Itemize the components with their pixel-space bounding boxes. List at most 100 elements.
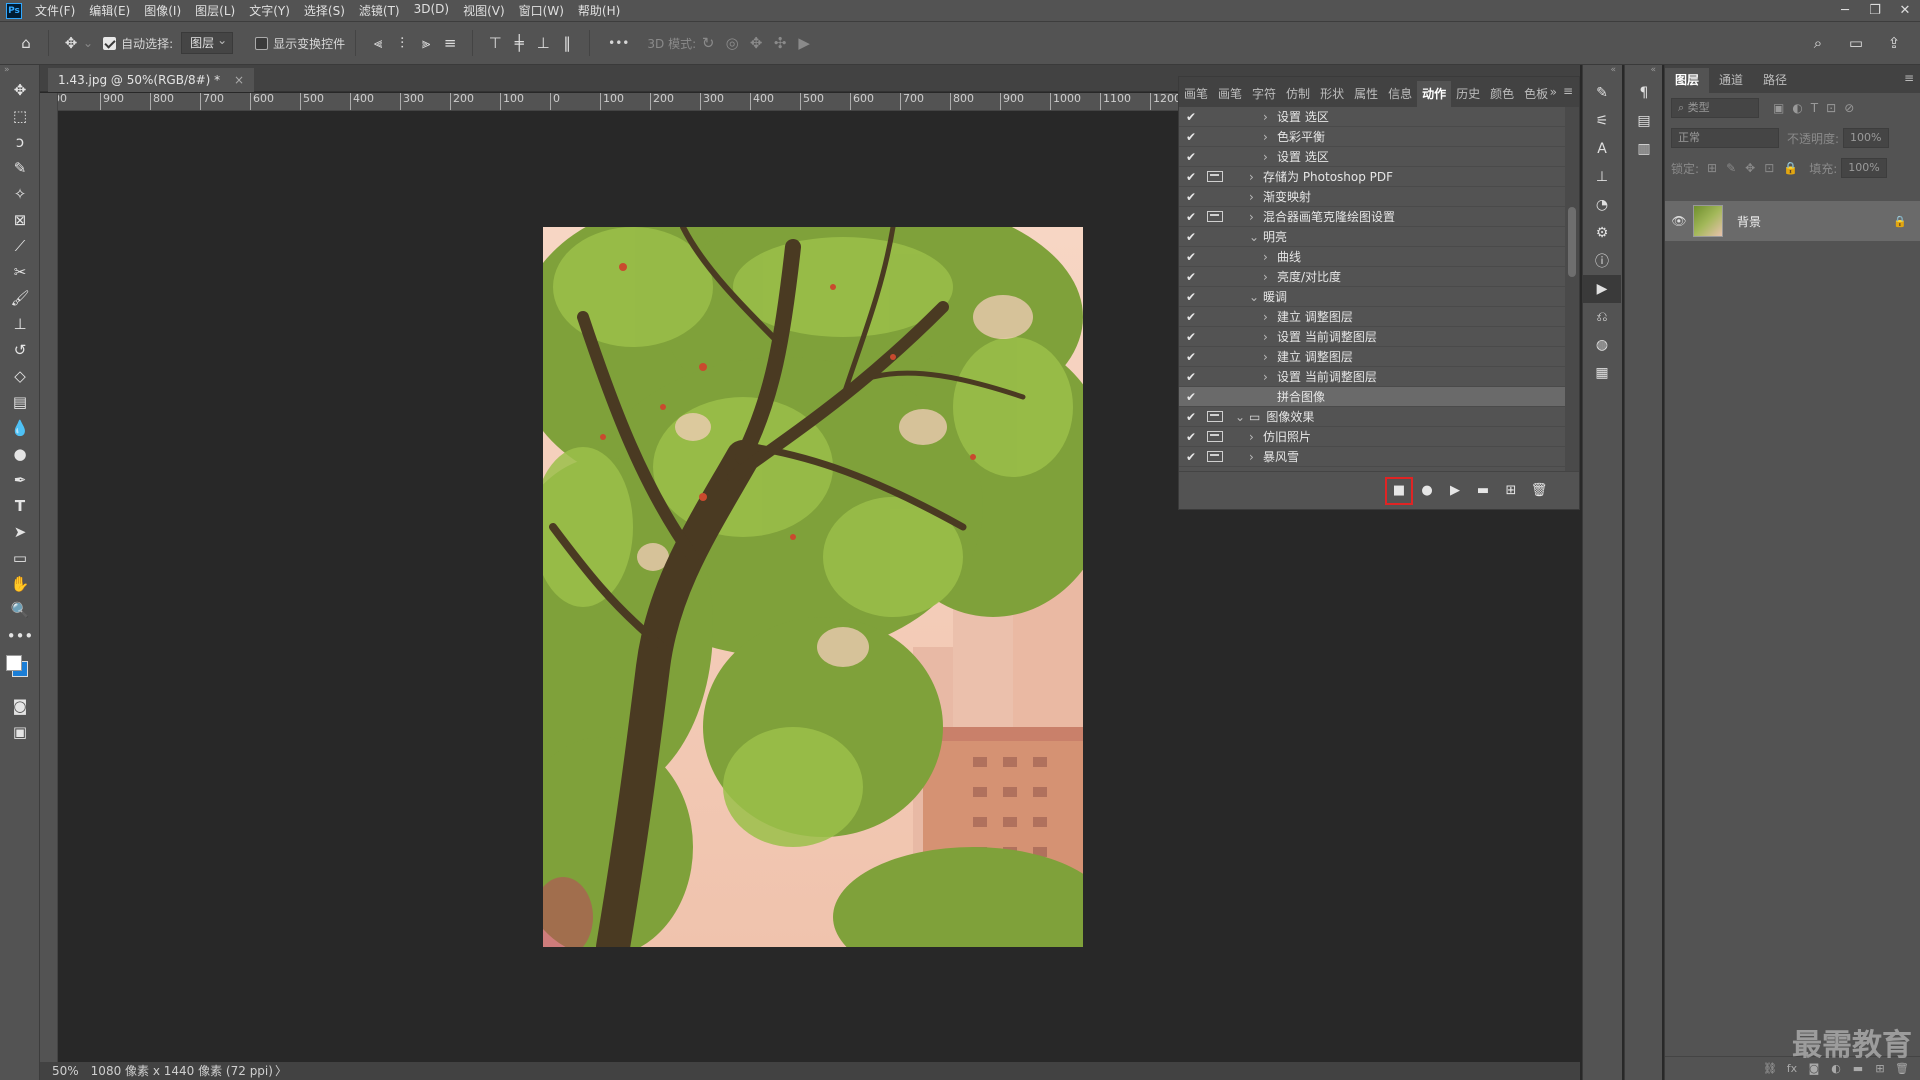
action-toggle-check-icon[interactable]: ✔ (1179, 150, 1203, 164)
action-toggle-check-icon[interactable]: ✔ (1179, 210, 1203, 224)
screen-mode-icon[interactable]: ▣ (0, 719, 40, 745)
actions-panel-tab[interactable]: 仿制 (1281, 81, 1315, 107)
quick-mask-icon[interactable]: ◙ (0, 693, 40, 719)
action-row[interactable]: ✔ › 建立 调整图层 (1179, 347, 1567, 367)
3d-camera-icon[interactable]: ▶ (792, 31, 816, 55)
expand-chevron-icon[interactable]: › (1249, 430, 1263, 444)
quick-select-tool-icon[interactable]: ✎ (0, 155, 40, 181)
action-row[interactable]: ✔ ⌄ 明亮 (1179, 227, 1567, 247)
dialog-toggle-icon[interactable] (1207, 111, 1223, 122)
expand-chevron-icon[interactable]: › (1263, 130, 1277, 144)
actions-panel-tab[interactable]: 颜色 (1485, 81, 1519, 107)
new-set-button[interactable]: ▬ (1469, 477, 1497, 505)
align-bottom-icon[interactable]: ⊥ (531, 31, 555, 55)
align-right-icon[interactable]: ⫸ (414, 31, 438, 55)
dialog-toggle-icon[interactable] (1207, 311, 1223, 322)
action-toggle-check-icon[interactable]: ✔ (1179, 270, 1203, 284)
action-toggle-check-icon[interactable]: ✔ (1179, 170, 1203, 184)
path-select-tool-icon[interactable]: ➤ (0, 519, 40, 545)
collapse-chevron-icon[interactable]: ⌄ (1235, 410, 1249, 424)
history-icon[interactable]: ⎌ (1583, 303, 1621, 331)
dodge-tool-icon[interactable]: ● (0, 441, 40, 467)
3d-slide-icon[interactable]: ✣ (768, 31, 792, 55)
healing-tool-icon[interactable]: ✂ (0, 259, 40, 285)
dialog-toggle-icon[interactable] (1207, 411, 1223, 422)
3d-pan-icon[interactable]: ✥ (744, 31, 768, 55)
action-row[interactable]: ✔ › 亮度/对比度 (1179, 267, 1567, 287)
action-toggle-check-icon[interactable]: ✔ (1179, 410, 1203, 424)
dialog-toggle-icon[interactable] (1207, 451, 1223, 462)
delete-action-button[interactable]: 🗑 (1525, 477, 1553, 505)
expand-chevron-icon[interactable]: › (1249, 170, 1263, 184)
action-row[interactable]: ✔ › 暴风雪 (1179, 447, 1567, 467)
menu-item[interactable]: 滤镜(T) (352, 2, 407, 19)
align-middle-icon[interactable]: ╪ (507, 31, 531, 55)
actions-panel-tab[interactable]: 形状 (1315, 81, 1349, 107)
expand-chevron-icon[interactable]: › (1249, 210, 1263, 224)
menu-item[interactable]: 3D(D) (407, 2, 456, 19)
expand-chevron-icon[interactable]: › (1249, 450, 1263, 464)
layers-panel-tab[interactable]: 路径 (1753, 68, 1797, 93)
menu-item[interactable]: 窗口(W) (512, 2, 571, 19)
action-toggle-check-icon[interactable]: ✔ (1179, 290, 1203, 304)
action-toggle-check-icon[interactable]: ✔ (1179, 450, 1203, 464)
history-brush-tool-icon[interactable]: ↺ (0, 337, 40, 363)
menu-item[interactable]: 编辑(E) (82, 2, 137, 19)
record-button[interactable]: ● (1413, 477, 1441, 505)
more-tools-icon[interactable]: ••• (0, 623, 40, 649)
clone-stamp-tool-icon[interactable]: ⊥ (0, 311, 40, 337)
action-toggle-check-icon[interactable]: ✔ (1179, 390, 1203, 404)
home-icon[interactable]: ⌂ (14, 31, 38, 55)
dialog-toggle-icon[interactable] (1207, 431, 1223, 442)
collapse-chevron-icon[interactable]: ⌄ (1249, 290, 1263, 304)
action-row[interactable]: ✔ › 曲线 (1179, 247, 1567, 267)
swatches-icon[interactable]: ▦ (1583, 359, 1621, 387)
dialog-toggle-icon[interactable] (1207, 251, 1223, 262)
action-row[interactable]: ✔ › 仿旧照片 (1179, 427, 1567, 447)
paragraph-icon[interactable]: ¶ (1625, 79, 1663, 107)
fill-field[interactable]: 100% (1841, 158, 1888, 178)
restore-button[interactable]: ❐ (1860, 0, 1890, 21)
dialog-toggle-icon[interactable] (1207, 351, 1223, 362)
action-toggle-check-icon[interactable]: ✔ (1179, 310, 1203, 324)
expand-chevron-icon[interactable]: › (1263, 150, 1277, 164)
character-icon[interactable]: A (1583, 135, 1621, 163)
layer-filter-icons[interactable]: ▣◐T⊡⊘ (1773, 101, 1862, 115)
action-row[interactable]: ✔ › 设置 选区 (1179, 147, 1567, 167)
action-row[interactable]: ✔ › 色彩平衡 (1179, 127, 1567, 147)
layers-panel-tab[interactable]: 通道 (1709, 68, 1753, 93)
align-center-icon[interactable]: ⫶ (390, 31, 414, 55)
action-row[interactable]: ✔ › 设置 选区 (1179, 107, 1567, 127)
action-row[interactable]: ✔ ⌄ ▭ 图像效果 (1179, 407, 1567, 427)
expand-chevron-icon[interactable]: › (1263, 110, 1277, 124)
collapse-chevron-icon[interactable]: ⌄ (1249, 230, 1263, 244)
distribute-horizontal-icon[interactable]: ‖ (555, 31, 579, 55)
expand-tabs-icon[interactable]: » (1550, 85, 1557, 99)
3d-orbit-icon[interactable]: ↻ (696, 31, 720, 55)
expand-chevron-icon[interactable]: › (1249, 190, 1263, 204)
type-tool-icon[interactable]: T (0, 493, 40, 519)
search-icon[interactable]: ⌕ (1806, 31, 1830, 55)
actions-icon[interactable]: ▶ (1583, 275, 1621, 303)
more-options-button[interactable]: ••• (608, 36, 629, 50)
menu-item[interactable]: 文件(F) (28, 2, 82, 19)
document-image[interactable] (543, 227, 1083, 947)
menu-item[interactable]: 图层(L) (188, 2, 242, 19)
layer-name[interactable]: 背景 (1737, 213, 1761, 230)
action-toggle-check-icon[interactable]: ✔ (1179, 330, 1203, 344)
actions-panel-tab[interactable]: 信息 (1383, 81, 1417, 107)
dialog-toggle-icon[interactable] (1207, 211, 1223, 222)
eraser-tool-icon[interactable]: ◇ (0, 363, 40, 389)
workspace-icon[interactable]: ▭ (1844, 31, 1868, 55)
visibility-eye-icon[interactable]: 👁 (1665, 214, 1693, 228)
dialog-toggle-icon[interactable] (1207, 151, 1223, 162)
play-button[interactable]: ▶ (1441, 477, 1469, 505)
action-toggle-check-icon[interactable]: ✔ (1179, 110, 1203, 124)
dialog-toggle-icon[interactable] (1207, 391, 1223, 402)
minimize-button[interactable]: ─ (1830, 0, 1860, 21)
close-tab-icon[interactable]: × (234, 73, 244, 87)
dialog-toggle-icon[interactable] (1207, 131, 1223, 142)
layers-panel-tab[interactable]: 图层 (1665, 68, 1710, 93)
actions-panel-tab[interactable]: 历史 (1451, 81, 1485, 107)
paragraph-styles-icon[interactable]: ▤ (1625, 107, 1663, 135)
